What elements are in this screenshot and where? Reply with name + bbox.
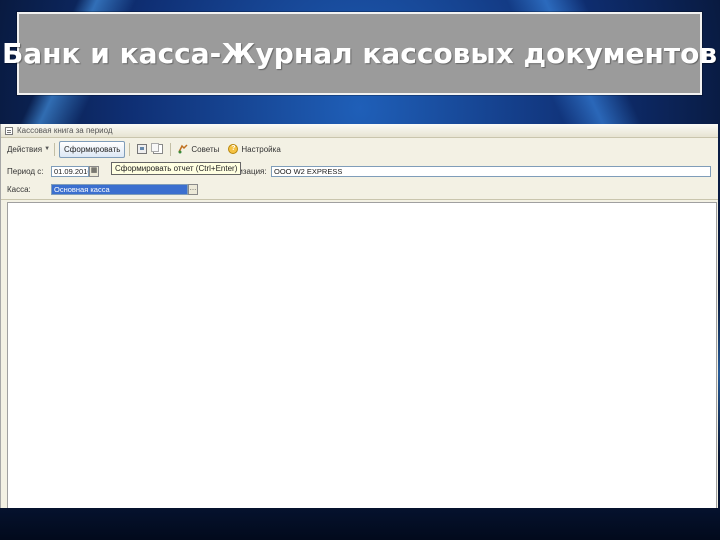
toolbar-separator	[54, 142, 56, 156]
help-icon: ?	[228, 144, 239, 154]
slide-bottom-band	[0, 508, 720, 540]
generate-label: Сформировать	[64, 144, 121, 154]
slide-title-box: Банк и касса-Журнал кассовых документов	[2, 12, 717, 95]
toolbar-separator	[129, 142, 131, 156]
generate-tooltip: Сформировать отчет (Ctrl+Enter)	[111, 162, 242, 175]
report-window: Кассовая книга за период Действия ▼ Сфор…	[0, 124, 718, 508]
slide-title: Банк и касса-Журнал кассовых документов	[1, 37, 718, 70]
calendar-button[interactable]: ▦	[89, 165, 99, 177]
settings-label: Настройка	[241, 144, 281, 154]
period-start-field[interactable]: 01.09.2016	[51, 165, 89, 177]
actions-menu-button[interactable]: Действия ▼	[7, 145, 50, 154]
actions-label: Действия	[7, 144, 43, 154]
organization-field[interactable]: ООО W2 EXPRESS	[271, 165, 711, 177]
tips-label: Советы	[191, 144, 220, 154]
toolbar: Действия ▼ Сформировать Советы ? Настрой…	[1, 139, 718, 159]
cash-row: Касса: Основная касса …	[1, 182, 718, 196]
settings-button[interactable]: ? Настройка	[225, 144, 281, 154]
period-label: Период с:	[7, 166, 44, 176]
cash-field[interactable]: Основная касса	[51, 183, 188, 195]
copy-icon[interactable]	[151, 143, 164, 154]
chevron-down-icon: ▼	[44, 146, 51, 152]
select-button[interactable]: …	[188, 183, 198, 195]
tips-button[interactable]: Советы	[175, 144, 219, 154]
window-title: Кассовая книга за период	[17, 126, 113, 135]
window-icon	[5, 126, 13, 135]
form-divider	[1, 199, 718, 200]
tips-icon	[178, 144, 188, 154]
cash-label: Касса:	[7, 184, 31, 194]
period-row: Период с: 01.09.2016 ▦ низация: ООО W2 E…	[1, 164, 718, 178]
print-icon[interactable]	[137, 144, 148, 154]
report-area[interactable]	[7, 202, 717, 508]
generate-button[interactable]: Сформировать	[59, 140, 126, 158]
window-titlebar: Кассовая книга за период	[1, 124, 718, 138]
toolbar-separator	[170, 142, 172, 156]
